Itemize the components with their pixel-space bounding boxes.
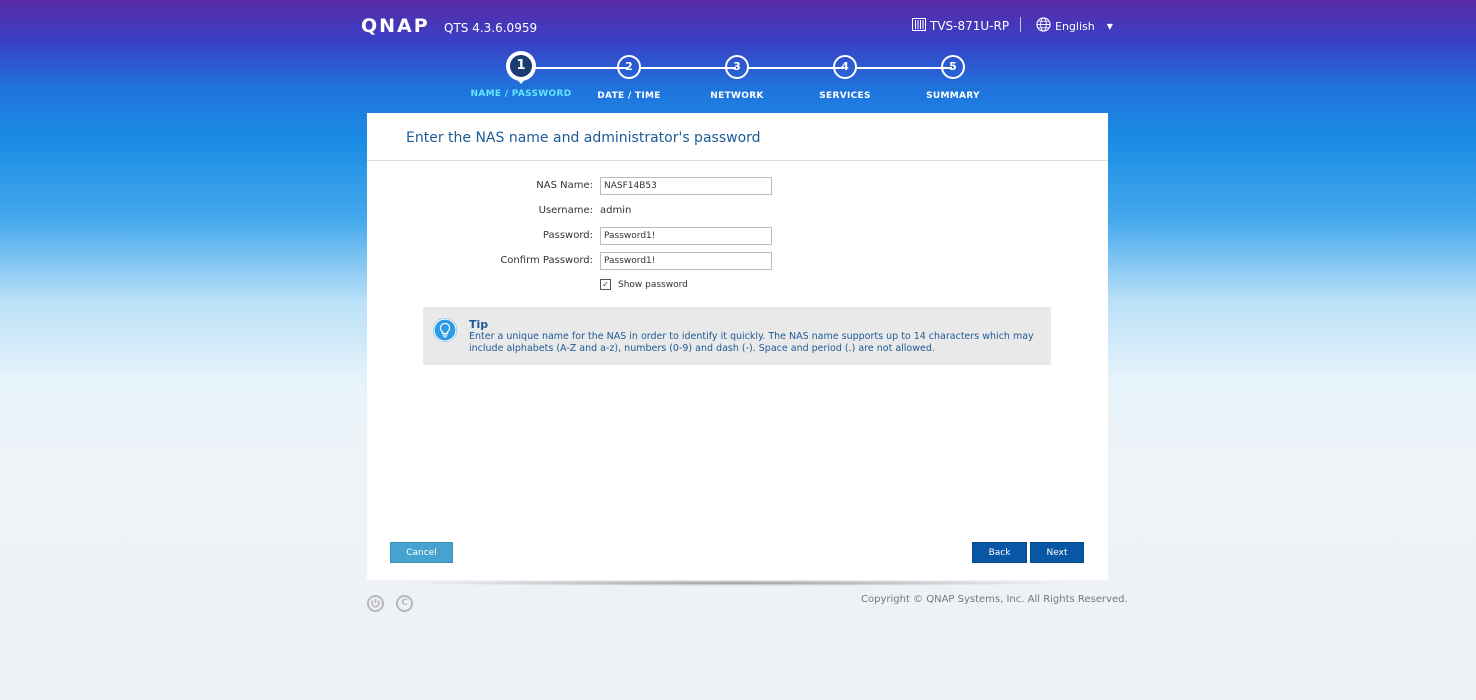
- caret-down-icon: ▼: [1106, 21, 1113, 31]
- qnap-logo: QNAP: [361, 15, 430, 37]
- confirm-password-label: Confirm Password:: [500, 255, 593, 266]
- globe-icon: [1036, 17, 1051, 35]
- device-name: TVS-871U-RP: [930, 19, 1010, 33]
- step-label: NETWORK: [710, 91, 764, 101]
- nas-name-label: NAS Name:: [536, 180, 593, 191]
- password-label: Password:: [542, 230, 593, 241]
- step-number: 3: [725, 55, 749, 79]
- header-divider: [1020, 17, 1021, 32]
- username-row: Username: admin: [367, 202, 1108, 222]
- power-icon[interactable]: [367, 595, 384, 612]
- active-step-pointer: [515, 77, 527, 84]
- lightbulb-icon: [433, 318, 457, 342]
- copyright-text: Copyright © QNAP Systems, Inc. All Right…: [861, 594, 1128, 605]
- copyright-c-icon[interactable]: C: [396, 595, 413, 612]
- panel-title: Enter the NAS name and administrator's p…: [406, 130, 761, 146]
- nas-name-input[interactable]: [600, 177, 772, 195]
- show-password-checkbox[interactable]: ✓: [600, 279, 611, 290]
- wizard-panel: Enter the NAS name and administrator's p…: [367, 113, 1108, 580]
- step-number: 5: [941, 55, 965, 79]
- wizard-steps: 1 NAME / PASSWORD 2 DATE / TIME 3 NETWOR…: [460, 53, 1020, 105]
- password-row: Password:: [367, 227, 1108, 247]
- username-value: admin: [600, 205, 632, 216]
- step-label: SUMMARY: [926, 91, 980, 101]
- next-button[interactable]: Next: [1030, 542, 1084, 563]
- tip-box: Tip Enter a unique name for the NAS in o…: [423, 307, 1051, 365]
- username-label: Username:: [538, 205, 593, 216]
- step-number: 2: [617, 55, 641, 79]
- language-label: English: [1055, 19, 1095, 33]
- qts-version: QTS 4.3.6.0959: [444, 21, 538, 35]
- password-input[interactable]: [600, 227, 772, 245]
- step-number: 1: [508, 53, 534, 79]
- tip-title: Tip: [469, 318, 489, 331]
- step-label: SERVICES: [819, 91, 871, 101]
- nas-name-row: NAS Name:: [367, 177, 1108, 197]
- step-summary: 5 SUMMARY: [893, 55, 1013, 101]
- show-password-label: Show password: [618, 279, 688, 290]
- back-button[interactable]: Back: [972, 542, 1027, 563]
- cancel-button[interactable]: Cancel: [390, 542, 453, 563]
- tip-text: Enter a unique name for the NAS in order…: [469, 331, 1034, 354]
- nas-device-icon: [912, 18, 926, 34]
- confirm-password-row: Confirm Password:: [367, 252, 1108, 272]
- step-date-time: 2 DATE / TIME: [569, 55, 689, 101]
- step-label: NAME / PASSWORD: [470, 89, 572, 99]
- step-network: 3 NETWORK: [677, 55, 797, 101]
- step-label: DATE / TIME: [597, 91, 661, 101]
- device-info: TVS-871U-RP: [912, 18, 1009, 34]
- language-selector[interactable]: English ▼: [1036, 17, 1113, 35]
- step-services: 4 SERVICES: [785, 55, 905, 101]
- step-number: 4: [833, 55, 857, 79]
- show-password-toggle[interactable]: ✓ Show password: [600, 279, 688, 290]
- panel-shadow: [397, 580, 1077, 586]
- confirm-password-input[interactable]: [600, 252, 772, 270]
